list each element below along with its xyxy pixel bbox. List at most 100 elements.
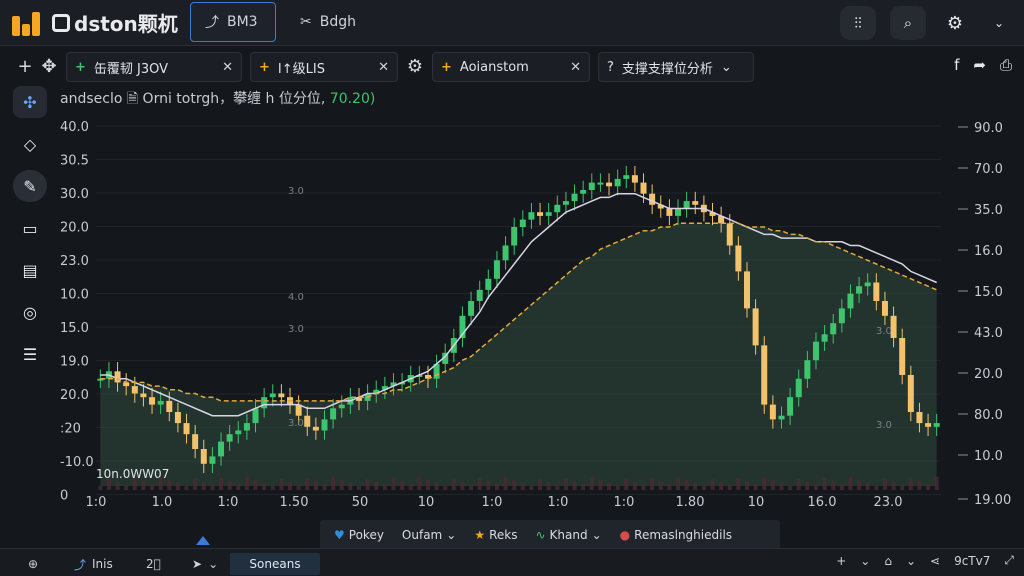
- chart-tab-2[interactable]: + I↑级LIS ✕: [250, 52, 398, 82]
- chevron-down-icon[interactable]: ⌄: [860, 554, 870, 568]
- candle-body: [114, 371, 121, 383]
- volume-bar: [857, 480, 862, 490]
- reks-button[interactable]: ★ Reks: [474, 528, 517, 542]
- add-icon[interactable]: +: [836, 554, 846, 568]
- home-icon[interactable]: ⌂: [884, 554, 892, 568]
- candle-body: [769, 404, 776, 420]
- candle-body: [562, 201, 569, 205]
- pointer-dropdown[interactable]: ➤ ⌄: [192, 553, 218, 575]
- add-icon[interactable]: +: [14, 56, 36, 77]
- candle-body: [864, 282, 871, 287]
- volume-bar: [831, 481, 836, 490]
- app-title: dston颗杌: [52, 8, 178, 37]
- note-tool-button[interactable]: ▭: [13, 212, 47, 244]
- volume-bar: [331, 477, 336, 490]
- tab-bdgh[interactable]: ✂ Bdgh: [286, 2, 370, 42]
- candle-body: [899, 338, 906, 375]
- candlestick-chart[interactable]: 40.0 30.5 30.0 20.0 23.0 10.0 15.0 19.0 20.0:20 -…: [56, 86, 1024, 516]
- candle-body: [149, 397, 156, 405]
- candle-body: [157, 400, 164, 405]
- candle-body: [485, 278, 492, 290]
- snapshot-icon[interactable]: ⎙: [1000, 56, 1012, 74]
- inis-button[interactable]: ⤴ Inis: [74, 553, 113, 575]
- volume-bar: [503, 477, 508, 490]
- volume-bar: [589, 477, 594, 490]
- app-logo: [12, 10, 42, 36]
- measure-tool-button[interactable]: ◎: [13, 296, 47, 328]
- close-icon[interactable]: ✕: [378, 60, 389, 75]
- status-bar: ⊕ ⤴ Inis 2⃣ ➤ ⌄ Soneans + ⌄ ⌂ ⌄ ⋖ 9cTv7 …: [0, 548, 1024, 576]
- chart-tab-4[interactable]: ? 支撑支撑位分析 ⌄: [598, 52, 754, 82]
- x-tick-label: 23.0: [874, 495, 903, 510]
- volume-bar: [443, 486, 448, 490]
- equalizer-button[interactable]: ⫶⫶: [840, 6, 876, 40]
- pokey-label: Pokey: [348, 528, 384, 542]
- gear-icon[interactable]: ⚙: [404, 56, 426, 77]
- comment-tool-button[interactable]: ☰: [13, 338, 47, 370]
- y-left-tick-label: 15.0: [60, 321, 89, 336]
- volume-bar: [382, 485, 387, 490]
- search-button[interactable]: ⌕: [890, 6, 926, 40]
- cursor-tool-button[interactable]: ✣: [13, 86, 47, 118]
- shape-tool-button[interactable]: ◇: [13, 128, 47, 160]
- candle-body: [330, 408, 337, 420]
- record-button[interactable]: ● Remaslnghiedils: [620, 528, 732, 542]
- chart-tab-1[interactable]: + 缶覆韧 J3OV ✕: [66, 52, 242, 82]
- panel-toggle-icon[interactable]: [196, 536, 210, 545]
- chart-tab-3-label: Aoianstom: [459, 59, 529, 75]
- y-left-tick-label: 10.0: [60, 288, 89, 303]
- volume-bar: [684, 480, 689, 490]
- candle-body: [726, 223, 733, 246]
- candle-body: [804, 360, 811, 379]
- fx-icon[interactable]: f: [954, 56, 959, 74]
- y-left-tick-label: 20.0: [60, 388, 89, 403]
- volume-bar: [719, 482, 724, 490]
- chart-tabs-row: + ✥ + 缶覆韧 J3OV ✕ + I↑级LIS ✕ ⚙ + Aoiansto…: [0, 50, 1024, 84]
- chart-area[interactable]: andseclo 🗎 Orni totrgh，攀缠 h 位分位, 70.20) …: [56, 86, 1024, 516]
- share-icon[interactable]: ⋖: [930, 554, 940, 568]
- tab-bm3[interactable]: ⤴ BM3: [190, 2, 276, 42]
- candle-body: [537, 212, 544, 216]
- y-left-tick-label: 23.0: [60, 254, 89, 269]
- volume-bar: [581, 484, 586, 490]
- candle-body: [856, 286, 863, 294]
- heart-icon: ♥: [334, 528, 345, 542]
- close-icon[interactable]: ✕: [222, 60, 233, 75]
- volume-bar: [538, 479, 543, 490]
- candle-body: [588, 182, 595, 190]
- candle-body: [847, 293, 854, 309]
- volume-bar: [615, 486, 620, 490]
- chevron-down-icon[interactable]: ⌄: [906, 554, 916, 568]
- share-icon[interactable]: ➦: [973, 56, 986, 74]
- crosshair-icon: ✣: [23, 92, 37, 112]
- volume-bar: [624, 479, 629, 490]
- oufam-dropdown[interactable]: Oufam ⌄: [402, 528, 456, 542]
- candle-body: [140, 393, 147, 398]
- target-button[interactable]: ⊕: [28, 553, 38, 575]
- settings-button[interactable]: ⚙: [940, 6, 970, 40]
- reks-label: Reks: [489, 528, 518, 542]
- brush-tool-button[interactable]: ✎: [13, 170, 47, 202]
- khand-dropdown[interactable]: ∿ Khand ⌄: [535, 528, 601, 542]
- expand-icon[interactable]: ⤢: [1004, 553, 1014, 568]
- pokey-button[interactable]: ♥ Pokey: [334, 528, 384, 542]
- candle-body: [235, 430, 242, 435]
- volume-bar: [477, 478, 482, 490]
- candle-body: [787, 397, 794, 416]
- x-tick-label: 1:0: [482, 495, 503, 510]
- volume-bar: [882, 479, 887, 490]
- inner-label: 3.0: [288, 324, 304, 335]
- more-button[interactable]: ⌄: [984, 6, 1014, 40]
- grid-button[interactable]: 2⃣: [146, 553, 161, 575]
- soneans-tab[interactable]: Soneans: [230, 553, 320, 575]
- pin-icon[interactable]: ✥: [38, 56, 60, 77]
- candle-body: [675, 208, 682, 216]
- chart-tab-3[interactable]: + Aoianstom ✕: [432, 52, 590, 82]
- volume-bar: [607, 483, 612, 490]
- close-icon[interactable]: ✕: [570, 60, 581, 75]
- volume-bar: [305, 478, 310, 490]
- volume-bar: [98, 486, 103, 490]
- x-tick-label: 1:0: [218, 495, 239, 510]
- text-tool-button[interactable]: ▤: [13, 254, 47, 286]
- volume-bar: [227, 481, 232, 490]
